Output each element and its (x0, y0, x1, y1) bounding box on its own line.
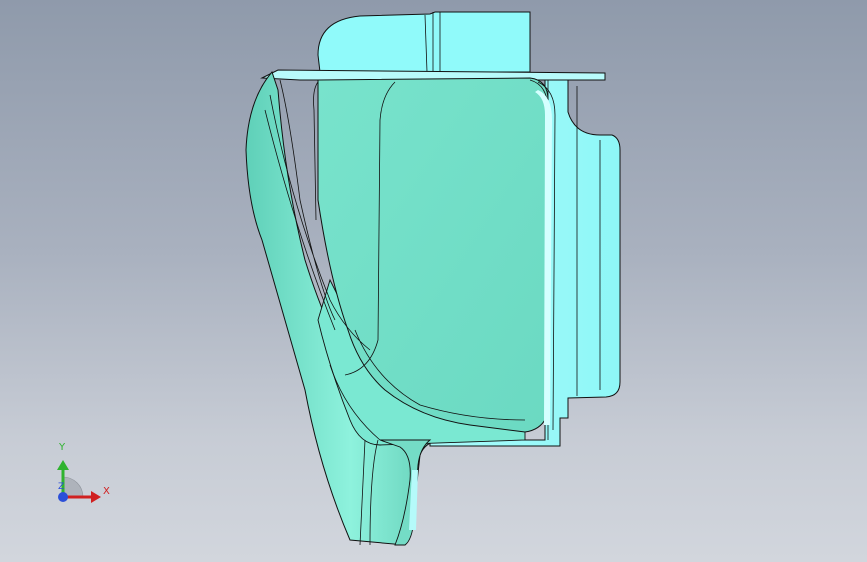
top-tab-face (317, 11, 531, 73)
part-model[interactable] (0, 0, 867, 562)
orientation-triad[interactable] (40, 430, 120, 520)
y-axis-label: Y (59, 442, 66, 453)
z-axis-label: Z (58, 482, 65, 492)
graphics-viewport[interactable]: Y X Z (0, 0, 867, 562)
z-axis-dot-icon (58, 492, 68, 502)
x-axis-label: X (103, 486, 110, 497)
x-axis-arrowhead-icon (91, 491, 101, 503)
y-axis-arrowhead-icon (57, 460, 69, 470)
